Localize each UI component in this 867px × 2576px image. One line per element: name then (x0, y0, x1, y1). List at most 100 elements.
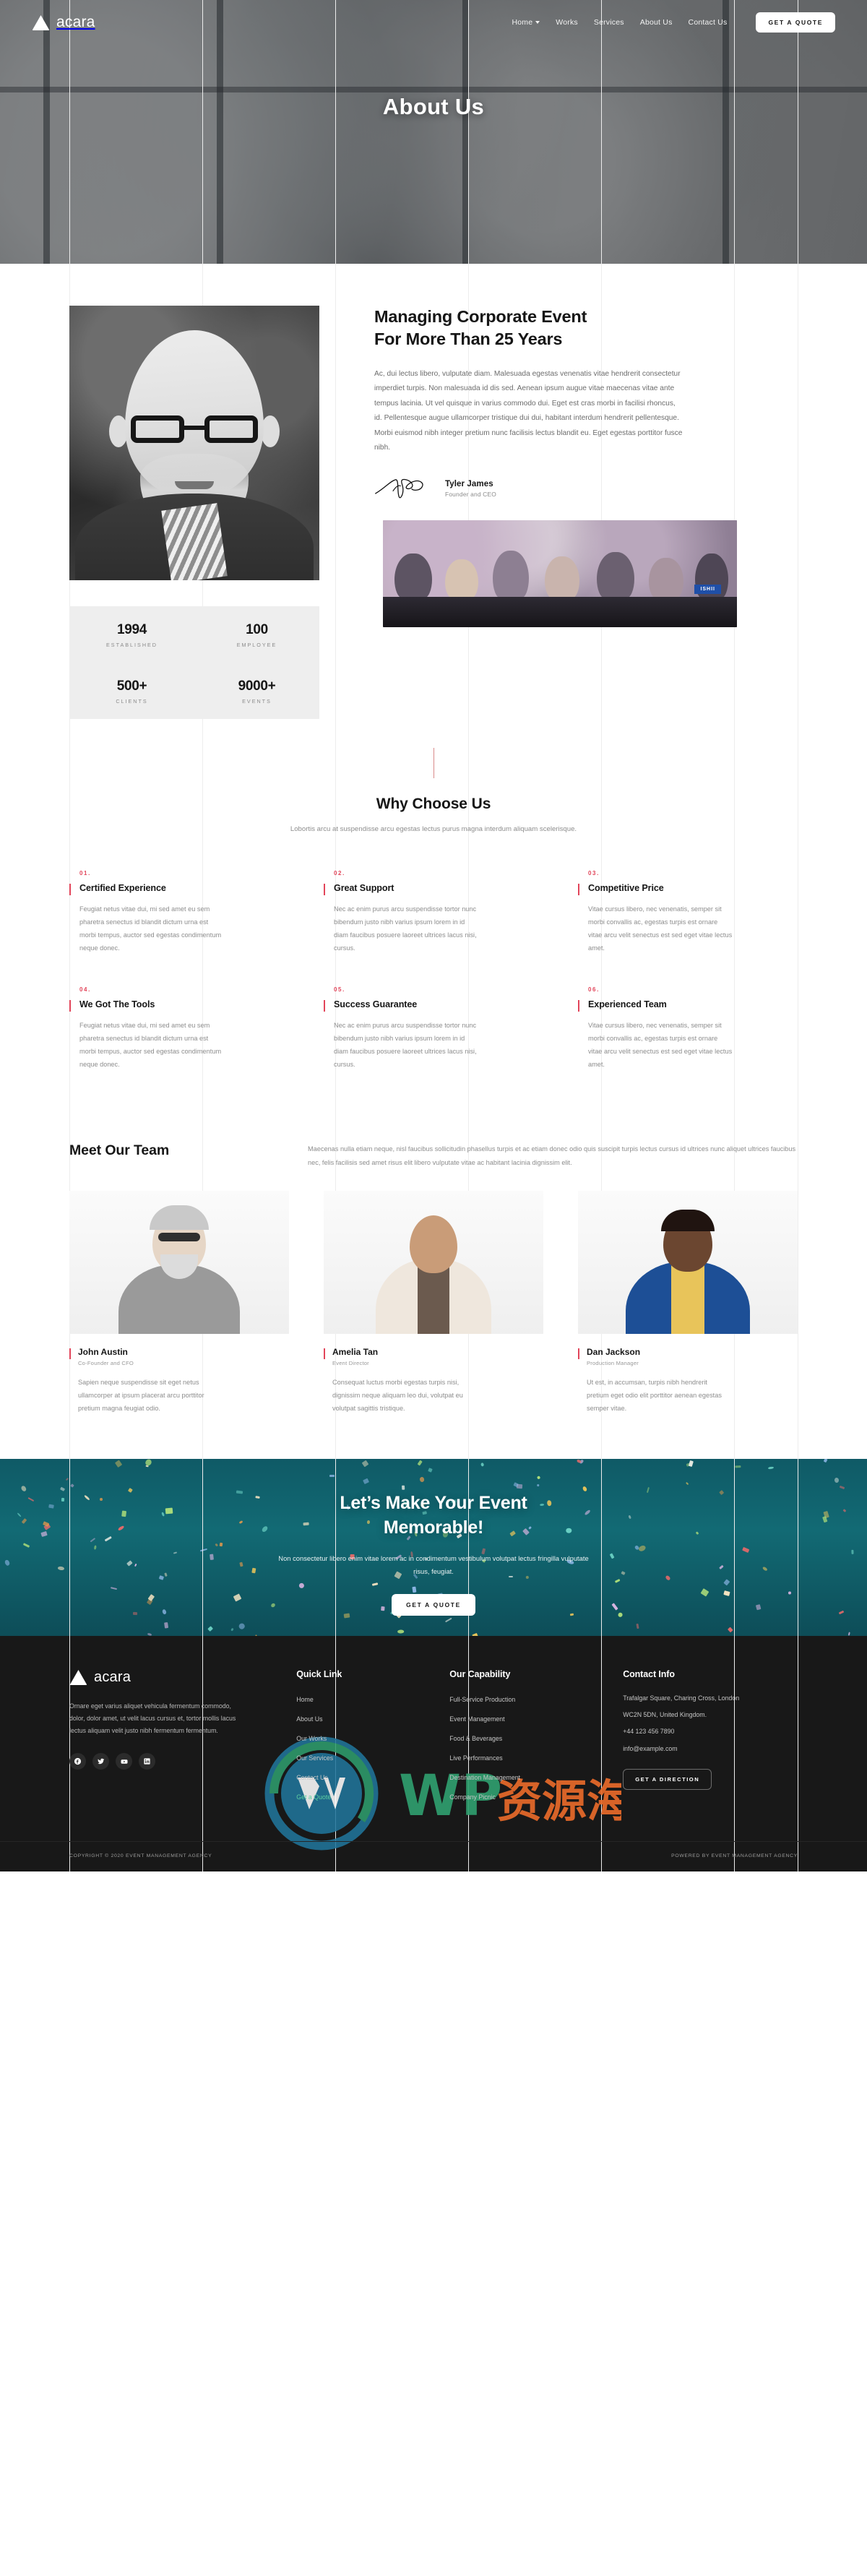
nav-item-about-us[interactable]: About Us (640, 18, 673, 27)
list-item: About Us (296, 1712, 431, 1725)
team-member-photo (69, 1191, 289, 1335)
capability-event-management[interactable]: Event Management (449, 1715, 504, 1723)
list-item: Destination Management (449, 1770, 604, 1783)
team-accent-bar (69, 1348, 71, 1360)
about-body-text: Ac, dui lectus libero, vulputate diam. M… (374, 369, 683, 452)
team-member-photo (324, 1191, 543, 1335)
quick-link-get-a-quote[interactable]: Get a Quote (296, 1793, 331, 1801)
footer-capability-column: Our Capability Full-Service Production E… (449, 1669, 604, 1809)
capability-list: Full-Service Production Event Management… (449, 1692, 604, 1803)
capability-live-performances[interactable]: Live Performances (449, 1754, 502, 1762)
feature-title: Success Guarantee (334, 999, 418, 1010)
feature-title: We Got The Tools (79, 999, 155, 1010)
founder-name: Tyler James (445, 479, 493, 488)
founder-role: Founder and CEO (445, 490, 496, 498)
quick-link-title: Quick Link (296, 1668, 342, 1679)
team-member-role: Production Manager (587, 1360, 639, 1367)
facebook-icon (74, 1758, 82, 1765)
copyright-text: COPYRIGHT © 2020 EVENT MANAGEMENT AGENCY (69, 1853, 212, 1858)
team-member-photo (578, 1191, 798, 1335)
feature-number: 02. (334, 869, 345, 876)
twitter-icon (98, 1758, 105, 1765)
capability-title: Our Capability (449, 1668, 511, 1679)
quick-link-our-services[interactable]: Our Services (296, 1754, 333, 1762)
contact-info-title: Contact Info (623, 1668, 675, 1679)
nav-item-contact-us[interactable]: Contact Us (689, 18, 728, 27)
get-a-quote-button[interactable]: GET A QUOTE (756, 12, 835, 33)
list-item: Get a Quote (296, 1790, 431, 1803)
nav-item-home-label: Home (512, 18, 533, 27)
page-title: About Us (382, 94, 485, 119)
feature-card: 02. Great Support Nec ac enim purus arcu… (324, 870, 543, 987)
feature-title: Experienced Team (588, 999, 667, 1010)
team-section: Meet Our Team Maecenas nulla etiam neque… (0, 1103, 867, 1416)
capability-food-and-beverages[interactable]: Food & Beverages (449, 1735, 502, 1742)
feature-number: 03. (588, 869, 600, 876)
triangle-logo-icon (70, 1669, 87, 1685)
list-item: Home (296, 1692, 431, 1705)
stat-label: EVENTS (242, 698, 272, 705)
list-item: Food & Beverages (449, 1731, 604, 1744)
feature-card: 06. Experienced Team Vitae cursus libero… (578, 986, 798, 1103)
quick-link-contact-us[interactable]: Contact Us (296, 1774, 328, 1781)
footer-contact-column: Contact Info Trafalgar Square, Charing C… (623, 1669, 798, 1809)
team-member-name: Amelia Tan (332, 1347, 379, 1358)
team-member-card: Dan Jackson Production Manager Ut est, i… (578, 1191, 798, 1416)
cta-get-a-quote-button[interactable]: GET A QUOTE (392, 1594, 475, 1616)
quick-link-our-works[interactable]: Our Works (296, 1735, 327, 1742)
contact-phone[interactable]: +44 123 456 7890 (623, 1726, 798, 1737)
stat-label: EMPLOYEE (236, 642, 277, 648)
stat-value: 1994 (116, 622, 147, 637)
facebook-link[interactable] (69, 1753, 86, 1770)
feature-card: 01. Certified Experience Feugiat netus v… (69, 870, 289, 987)
capability-company-picnic[interactable]: Company Picnic (449, 1793, 496, 1801)
capability-destination-management[interactable]: Destination Management (449, 1774, 520, 1781)
nav-links: Home Works Services About Us Contact Us … (512, 12, 835, 33)
quick-link-home[interactable]: Home (296, 1696, 313, 1703)
nav-item-services[interactable]: Services (594, 18, 624, 27)
team-accent-bar (324, 1348, 325, 1360)
founder-signature-block: Tyler James Founder and CEO (374, 474, 798, 503)
linkedin-link[interactable] (139, 1753, 155, 1770)
stat-item-employee: 100 EMPLOYEE (194, 606, 319, 663)
footer-brand-name: acara (94, 1668, 131, 1685)
list-item: Full-Service Production (449, 1692, 604, 1705)
footer-logo[interactable]: acara (69, 1669, 277, 1686)
meeting-photo-image: ISHII (383, 520, 737, 628)
team-member-body: Sapien neque suspendisse sit eget netus … (78, 1379, 204, 1412)
nav-item-home[interactable]: Home (512, 18, 540, 27)
stat-item-events: 9000+ EVENTS (194, 663, 319, 719)
triangle-logo-icon (33, 14, 49, 30)
team-intro: Maecenas nulla etiam neque, nisl faucibu… (308, 1145, 796, 1166)
list-item: Company Picnic (449, 1790, 604, 1803)
contact-email[interactable]: info@example.com (623, 1743, 798, 1754)
feature-body: Nec ac enim purus arcu suspendisse torto… (334, 905, 477, 952)
team-member-body: Consequat luctus morbi egestas turpis ni… (332, 1379, 463, 1412)
founder-portrait-image (69, 306, 319, 580)
list-item: Event Management (449, 1712, 604, 1725)
about-heading-line1: Managing Corporate Event (374, 307, 587, 326)
capability-full-service-production[interactable]: Full-Service Production (449, 1696, 515, 1703)
nav-item-works[interactable]: Works (556, 18, 578, 27)
feature-body: Nec ac enim purus arcu suspendisse torto… (334, 1022, 477, 1069)
feature-body: Vitae cursus libero, nec venenatis, semp… (588, 905, 733, 952)
get-a-direction-button[interactable]: GET A DIRECTION (623, 1768, 712, 1790)
stat-value: 9000+ (238, 679, 276, 694)
why-choose-us-subtitle: Lobortis arcu at suspendisse arcu egesta… (290, 825, 577, 833)
why-choose-us-section: Why Choose Us Lobortis arcu at suspendis… (0, 719, 867, 1103)
about-heading: Managing Corporate Event For More Than 2… (374, 306, 798, 351)
team-member-body: Ut est, in accumsan, turpis nibh hendrer… (587, 1379, 722, 1412)
feature-card: 05. Success Guarantee Nec ac enim purus … (324, 986, 543, 1103)
about-section: 1994 ESTABLISHED 100 EMPLOYEE 500+ CLIEN… (0, 264, 867, 719)
feature-title: Competitive Price (588, 882, 664, 893)
social-links (69, 1753, 277, 1770)
youtube-link[interactable] (116, 1753, 132, 1770)
footer-quick-link-column: Quick Link Home About Us Our Works Our S… (296, 1669, 431, 1809)
brand-logo[interactable]: acara (32, 14, 95, 31)
list-item: Our Services (296, 1751, 431, 1764)
team-accent-bar (578, 1348, 579, 1360)
quick-link-about-us[interactable]: About Us (296, 1715, 322, 1723)
twitter-link[interactable] (92, 1753, 109, 1770)
feature-body: Feugiat netus vitae dui, mi sed amet eu … (79, 1022, 222, 1069)
contact-address-line1: Trafalgar Square, Charing Cross, London (623, 1694, 740, 1702)
